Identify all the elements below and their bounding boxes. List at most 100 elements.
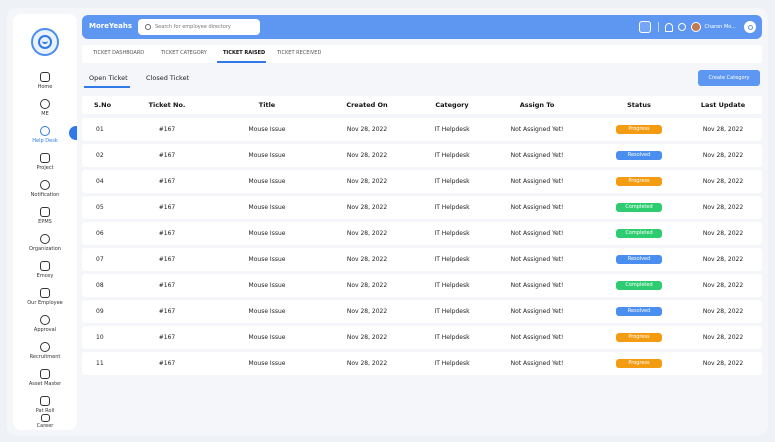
column-header-status: Status	[627, 101, 651, 109]
table-row[interactable]: 10 #167 Mouse Issue Nov 28, 2022 IT Helpdesk…	[82, 326, 762, 349]
cell-category: IT Helpdesk	[434, 204, 470, 211]
sidebar-item-help-desk[interactable]: Help Desk	[13, 126, 77, 150]
table-row[interactable]: 07 #167 Mouse Issue Nov 28, 2022 IT Helpdesk…	[82, 248, 762, 271]
cell-last-update: Nov 28, 2022	[702, 308, 744, 315]
table-row[interactable]: 04 #167 Mouse Issue Nov 28, 2022 IT Helpdesk…	[82, 170, 762, 193]
status-badge: Completed	[616, 203, 662, 212]
cell-status: Completed	[604, 196, 674, 219]
sidebar-item-project[interactable]: Project	[13, 153, 77, 177]
cell-assign-to: Not Assigned Yet!	[510, 282, 564, 289]
header-actions: Charon Mo...	[639, 19, 756, 35]
table-row[interactable]: 08 #167 Mouse Issue Nov 28, 2022 IT Helpdesk…	[82, 274, 762, 297]
wallet-icon	[40, 396, 50, 406]
status-badge: Completed	[616, 229, 662, 238]
cell-status: Completed	[604, 274, 674, 297]
gear-icon[interactable]	[678, 23, 687, 31]
avatar[interactable]	[691, 22, 702, 32]
cell-assign-to: Not Assigned Yet!	[510, 230, 564, 237]
cell-ticket-no: #167	[158, 230, 176, 237]
table-header: S.No Ticket No. Title Created On Categor…	[82, 96, 762, 114]
sidebar-item-epms[interactable]: EPMS	[13, 207, 77, 231]
sidebar-item-label: Help Desk	[32, 138, 58, 144]
table-row[interactable]: 06 #167 Mouse Issue Nov 28, 2022 IT Helpdesk…	[82, 222, 762, 245]
profile-menu-icon[interactable]	[744, 21, 756, 33]
cell-created-on: Nov 28, 2022	[346, 360, 388, 367]
cell-ticket-no: #167	[158, 360, 176, 367]
cell-ticket-no: #167	[158, 204, 176, 211]
cell-status: Resolved	[604, 144, 674, 167]
table-row[interactable]: 05 #167 Mouse Issue Nov 28, 2022 IT Helpdesk…	[82, 196, 762, 219]
tab-ticket-received[interactable]: TICKET RECEIVED	[277, 50, 321, 56]
bell-icon[interactable]	[665, 22, 674, 32]
sidebar-item-label: Approval	[33, 327, 57, 333]
cell-sno: 05	[96, 204, 104, 211]
sidebar-item-label: EPMS	[38, 219, 52, 225]
app-logo[interactable]	[31, 28, 59, 56]
status-badge: Progress	[616, 177, 662, 186]
user-name[interactable]: Charon Mo...	[704, 24, 736, 30]
table-row[interactable]: 02 #167 Mouse Issue Nov 28, 2022 IT Helpdesk…	[82, 144, 762, 167]
cell-category: IT Helpdesk	[434, 152, 470, 159]
column-header-title: Title	[258, 101, 276, 109]
sidebar-item-home[interactable]: Home	[13, 72, 77, 96]
cell-sno: 01	[96, 126, 104, 133]
status-badge: Progress	[616, 359, 662, 368]
cell-last-update: Nov 28, 2022	[702, 204, 744, 211]
column-header-assign-to: Assign To	[519, 101, 555, 109]
organization-icon	[40, 234, 50, 244]
cell-created-on: Nov 28, 2022	[346, 256, 388, 263]
sidebar-item-me[interactable]: ME	[13, 99, 77, 123]
cell-created-on: Nov 28, 2022	[346, 126, 388, 133]
sidebar-item-career[interactable]: Career	[13, 414, 77, 432]
cell-category: IT Helpdesk	[434, 308, 470, 315]
cell-sno: 02	[96, 152, 104, 159]
status-badge: Resolved	[616, 151, 662, 160]
create-category-button[interactable]: Create Category	[698, 70, 760, 86]
cell-last-update: Nov 28, 2022	[702, 282, 744, 289]
document-icon[interactable]	[639, 21, 652, 33]
cell-sno: 10	[96, 334, 104, 341]
help-desk-icon	[40, 126, 50, 136]
cell-ticket-no: #167	[158, 256, 176, 263]
subtab-open-ticket[interactable]: Open Ticket	[89, 74, 128, 82]
sidebar-item-label: Project	[36, 165, 54, 171]
sidebar: Home ME Help Desk Project Notification E…	[13, 14, 77, 430]
sidebar-item-notification[interactable]: Notification	[13, 180, 77, 204]
search-input[interactable]	[155, 24, 255, 30]
cell-title: Mouse Issue	[248, 360, 286, 367]
sidebar-item-organization[interactable]: Organization	[13, 234, 77, 258]
tab-ticket-dashboard[interactable]: TICKET DASHBOARD	[93, 50, 144, 56]
id-card-icon	[40, 288, 50, 298]
tab-ticket-raised[interactable]: TICKET RAISED	[223, 50, 265, 56]
recruitment-icon	[40, 342, 50, 352]
home-icon	[40, 72, 50, 82]
sidebar-item-recruitment[interactable]: Recruitment	[13, 342, 77, 366]
cell-ticket-no: #167	[158, 178, 176, 185]
cell-sno: 04	[96, 178, 104, 185]
cell-category: IT Helpdesk	[434, 282, 470, 289]
status-badge: Resolved	[616, 307, 662, 316]
sidebar-item-approval[interactable]: Approval	[13, 315, 77, 339]
search-box[interactable]	[138, 19, 260, 35]
cell-last-update: Nov 28, 2022	[702, 152, 744, 159]
table-row[interactable]: 01 #167 Mouse Issue Nov 28, 2022 IT Helpdesk…	[82, 118, 762, 141]
tab-ticket-category[interactable]: TICKET CATEGORY	[161, 50, 207, 56]
cell-created-on: Nov 28, 2022	[346, 178, 388, 185]
cell-title: Mouse Issue	[248, 230, 286, 237]
sidebar-item-our-employee[interactable]: Our Employee	[13, 288, 77, 312]
table-row[interactable]: 11 #167 Mouse Issue Nov 28, 2022 IT Helpdesk…	[82, 352, 762, 375]
sidebar-item-emosy[interactable]: Emosy	[13, 261, 77, 285]
cell-assign-to: Not Assigned Yet!	[510, 126, 564, 133]
active-tab-underline	[217, 61, 266, 63]
cell-assign-to: Not Assigned Yet!	[510, 334, 564, 341]
cell-created-on: Nov 28, 2022	[346, 308, 388, 315]
sidebar-item-asset-master[interactable]: Asset Master	[13, 369, 77, 393]
cell-ticket-no: #167	[158, 152, 176, 159]
cell-last-update: Nov 28, 2022	[702, 256, 744, 263]
subtab-closed-ticket[interactable]: Closed Ticket	[146, 74, 189, 82]
active-subtab-underline	[84, 86, 130, 88]
table-row[interactable]: 09 #167 Mouse Issue Nov 28, 2022 IT Helpdesk…	[82, 300, 762, 323]
cell-status: Progress	[604, 118, 674, 141]
header-divider	[658, 22, 660, 32]
cell-sno: 09	[96, 308, 104, 315]
